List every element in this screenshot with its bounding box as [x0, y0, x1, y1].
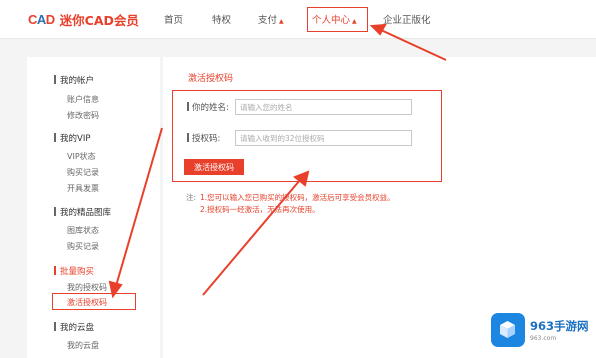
cube-logo-icon	[491, 313, 525, 347]
top-navbar: CAD 迷你CAD会员 首页 特权 支付 ▲ 个人中心 ▲ 企业正版化	[0, 0, 596, 39]
chevron-down-icon: ▲	[279, 18, 284, 25]
sidebar-item-gallery-purchase-record[interactable]: 购买记录	[67, 241, 99, 252]
sidebar-item-account-info[interactable]: 账户信息	[67, 94, 99, 105]
watermark-url: 963.com	[530, 335, 557, 342]
brand-name: 迷你CAD会员	[59, 12, 139, 28]
sidebar-item-change-password[interactable]: 修改密码	[67, 110, 99, 121]
sidebar-section-bulk-purchase[interactable]: 批量购买	[53, 265, 94, 277]
highlight-box-activate-item	[52, 293, 136, 310]
note-label: 注:	[186, 193, 197, 202]
sidebar-item-invoice[interactable]: 开具发票	[67, 183, 99, 194]
nav-home[interactable]: 首页	[164, 12, 183, 26]
sidebar-item-vip-status[interactable]: VIP状态	[67, 151, 96, 162]
watermark: 963手游网 963.com	[491, 308, 591, 352]
name-label: 你的姓名:	[187, 102, 229, 113]
cad-logo-mark: CAD	[28, 11, 55, 27]
highlight-box-personal-center	[307, 7, 368, 32]
license-code-label: 授权码:	[186, 133, 221, 144]
nav-pay-label: 支付	[258, 15, 278, 26]
name-input[interactable]	[235, 99, 412, 115]
note-line-2: 2.授权码一经激活，无法再次使用。	[200, 205, 320, 214]
sidebar-section-account[interactable]: 我的帐户	[53, 74, 94, 86]
sidebar-item-my-cloud-drive[interactable]: 我的云盘	[67, 340, 99, 351]
sidebar-section-gallery[interactable]: 我的精品图库	[53, 206, 111, 218]
page-title: 激活授权码	[188, 74, 234, 84]
site-logo[interactable]: CAD 迷你CAD会员	[28, 9, 139, 29]
sidebar-item-vip-purchase-record[interactable]: 购买记录	[67, 167, 99, 178]
sidebar-section-vip[interactable]: 我的VIP	[53, 132, 90, 144]
sidebar-section-cloud-drive[interactable]: 我的云盘	[53, 321, 94, 333]
sidebar-item-my-license-codes[interactable]: 我的授权码	[67, 282, 107, 293]
sidebar-item-gallery-status[interactable]: 图库状态	[67, 225, 99, 236]
activate-button[interactable]: 激活授权码	[184, 159, 244, 175]
nav-enterprise[interactable]: 企业正版化	[383, 12, 431, 26]
nav-privilege[interactable]: 特权	[212, 12, 231, 26]
watermark-title: 963手游网	[530, 319, 589, 333]
license-code-input[interactable]	[235, 130, 412, 146]
note-line-1: 1.您可以输入您已购买的授权码，激活后可享受会员权益。	[200, 193, 395, 202]
nav-pay[interactable]: 支付 ▲	[258, 12, 284, 26]
